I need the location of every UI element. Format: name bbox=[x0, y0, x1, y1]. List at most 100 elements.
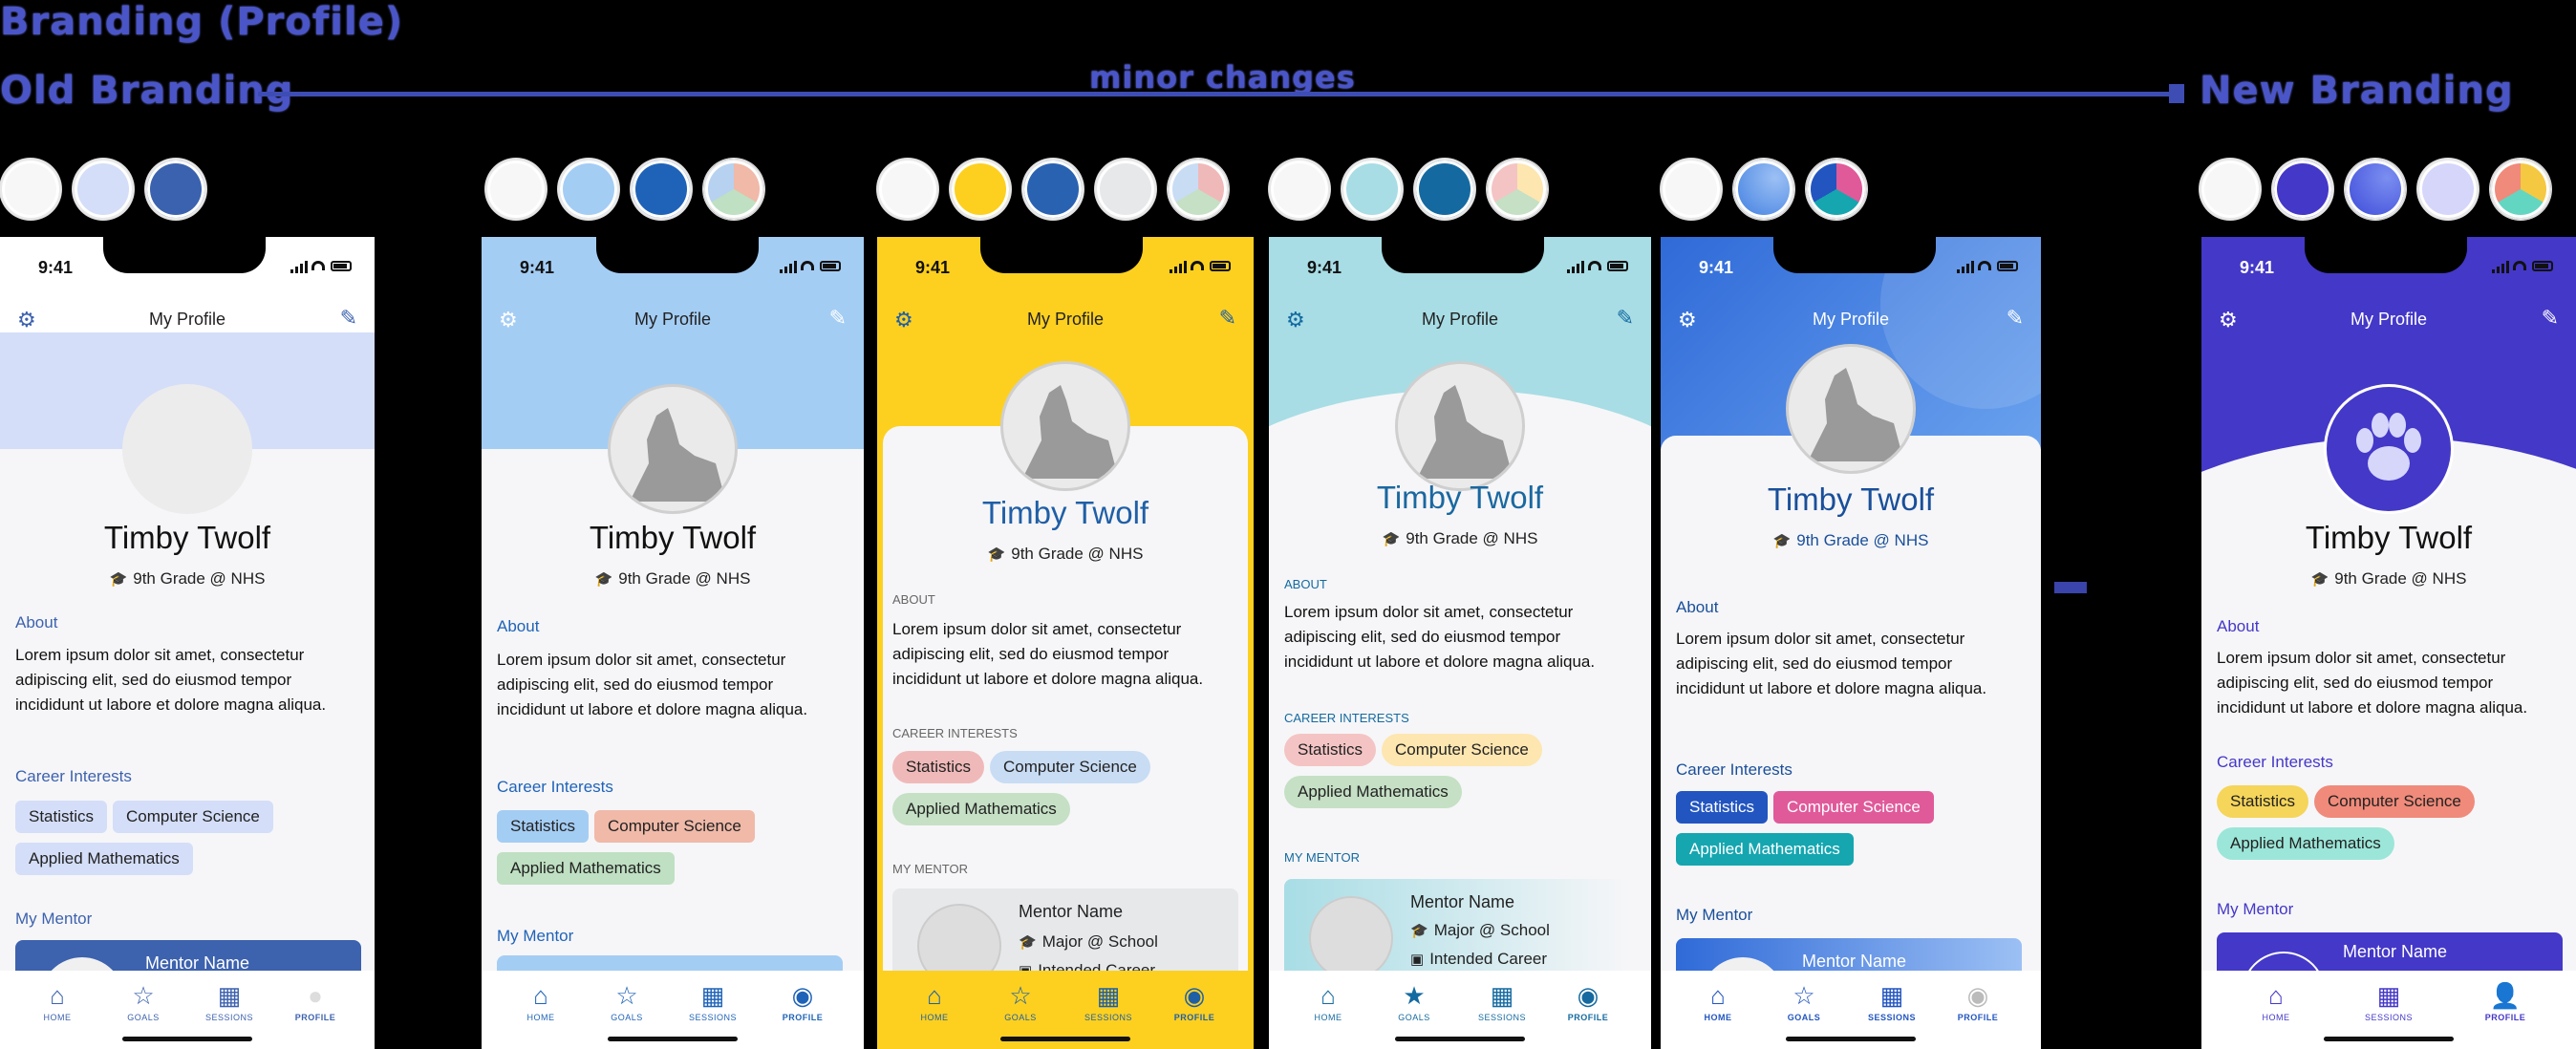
chip-statistics[interactable]: Statistics bbox=[15, 801, 108, 833]
edit-pencil-icon[interactable]: ✎ bbox=[1617, 306, 1634, 331]
profile-grade: 🎓 9th Grade @ NHS bbox=[1269, 529, 1651, 548]
tab-home[interactable]: ⌂ HOME bbox=[896, 982, 973, 1022]
wifi-icon bbox=[2513, 261, 2526, 270]
mentor-career: ▣Intended Career bbox=[1410, 950, 1548, 968]
chip-statistics[interactable]: Statistics bbox=[2217, 785, 2309, 818]
profile-icon: ◉ bbox=[1966, 981, 1989, 1010]
chip-computer-science[interactable]: Computer Science bbox=[2314, 785, 2475, 818]
edit-pencil-icon[interactable]: ✎ bbox=[1219, 306, 1236, 331]
graduation-cap-icon: 🎓 bbox=[2310, 571, 2329, 588]
mentor-label: My Mentor bbox=[2217, 900, 2294, 918]
tab-goals[interactable]: ☆ GOALS bbox=[982, 982, 1059, 1022]
tab-bar: ⌂ HOME ★ GOALS ▦ SESSIONS ◉ PROFILE bbox=[1269, 971, 1651, 1049]
home-indicator bbox=[122, 1037, 252, 1041]
status-bar: 9:41 bbox=[482, 237, 864, 298]
chip-computer-science[interactable]: Computer Science bbox=[594, 810, 755, 843]
mentor-school: 🎓 Major @ School bbox=[1019, 932, 1158, 951]
swatch-white bbox=[877, 159, 938, 220]
mentor-name: Mentor Name bbox=[1019, 902, 1124, 921]
avatar[interactable] bbox=[122, 384, 252, 514]
notch bbox=[2305, 237, 2467, 273]
about-label: About bbox=[2217, 617, 2260, 635]
chip-applied-mathematics[interactable]: Applied Mathematics bbox=[2217, 827, 2394, 860]
status-bar: 9:41 bbox=[1269, 237, 1651, 298]
chip-applied-mathematics[interactable]: Applied Mathematics bbox=[892, 793, 1070, 825]
page-title: Branding (Profile) bbox=[0, 0, 404, 44]
tab-sessions[interactable]: ▦ SESSIONS bbox=[191, 982, 268, 1022]
profile-icon: ◉ bbox=[1577, 981, 1599, 1010]
grade-text: 9th Grade @ NHS bbox=[1406, 529, 1538, 547]
phone-v2: 9:41 ⚙ My Profile ✎ Timby Twolf 🎓 9th Gra… bbox=[482, 237, 864, 1049]
briefcase-icon: ▣ bbox=[1410, 952, 1425, 968]
edit-pencil-icon[interactable]: ✎ bbox=[2007, 306, 2024, 331]
tab-sessions[interactable]: ▦ SESSIONS bbox=[675, 982, 751, 1022]
grade-text: 9th Grade @ NHS bbox=[2334, 569, 2467, 588]
about-label: About bbox=[15, 613, 58, 632]
about-text: Lorem ipsum dolor sit amet, consectetur … bbox=[2217, 649, 2528, 717]
calendar-icon: ▦ bbox=[1879, 981, 1904, 1010]
tab-goals[interactable]: ☆ GOALS bbox=[105, 982, 182, 1022]
tab-sessions[interactable]: ▦ SESSIONS bbox=[1854, 982, 1930, 1022]
nav-title: My Profile bbox=[1026, 310, 1104, 329]
about-label: ABOUT bbox=[892, 592, 935, 607]
about-label: About bbox=[497, 617, 540, 635]
career-chips: Statistics Computer Science Applied Mathem… bbox=[15, 801, 369, 885]
tab-profile[interactable]: 👤 PROFILE bbox=[2467, 982, 2544, 1022]
chip-statistics[interactable]: Statistics bbox=[892, 751, 985, 783]
mentor-name: Mentor Name bbox=[1802, 952, 1907, 971]
swatch-tricolor bbox=[703, 159, 764, 220]
avatar[interactable] bbox=[1000, 361, 1130, 491]
tab-goals[interactable]: ☆ GOALS bbox=[589, 982, 665, 1022]
calendar-icon: ▦ bbox=[217, 981, 242, 1010]
avatar[interactable] bbox=[1786, 344, 1916, 474]
chip-computer-science[interactable]: Computer Science bbox=[113, 801, 273, 833]
chip-statistics[interactable]: Statistics bbox=[1676, 791, 1769, 824]
home-indicator bbox=[2324, 1037, 2454, 1041]
chip-applied-mathematics[interactable]: Applied Mathematics bbox=[1284, 776, 1462, 808]
tab-home[interactable]: ⌂ HOME bbox=[1680, 982, 1756, 1022]
tab-home[interactable]: ⌂ HOME bbox=[503, 982, 579, 1022]
avatar[interactable] bbox=[608, 384, 738, 514]
status-icons bbox=[2492, 260, 2553, 273]
chip-applied-mathematics[interactable]: Applied Mathematics bbox=[497, 852, 675, 885]
tab-profile[interactable]: ◉ PROFILE bbox=[1940, 982, 2016, 1022]
chip-statistics[interactable]: Statistics bbox=[1284, 734, 1377, 766]
chip-applied-mathematics[interactable]: Applied Mathematics bbox=[1676, 833, 1854, 866]
tab-sessions[interactable]: ▦ SESSIONS bbox=[1070, 982, 1147, 1022]
tab-profile[interactable]: ◉ PROFILE bbox=[1550, 982, 1626, 1022]
status-icons bbox=[1170, 260, 1231, 273]
edit-pencil-icon[interactable]: ✎ bbox=[2542, 306, 2559, 331]
chip-computer-science[interactable]: Computer Science bbox=[1773, 791, 1934, 824]
edit-pencil-icon[interactable]: ✎ bbox=[340, 306, 357, 331]
avatar[interactable] bbox=[1395, 361, 1525, 491]
tab-bar: ⌂ HOME ☆ GOALS ▦ SESSIONS ◉ PROFILE bbox=[877, 971, 1254, 1049]
tab-home[interactable]: ⌂ HOME bbox=[2238, 982, 2314, 1022]
tab-home[interactable]: ⌂ HOME bbox=[1290, 982, 1366, 1022]
signal-icon bbox=[1567, 269, 1570, 273]
tab-goals[interactable]: ☆ GOALS bbox=[1766, 982, 1842, 1022]
mentor-label: My Mentor bbox=[497, 927, 574, 945]
swatch-blue bbox=[631, 159, 692, 220]
wifi-icon bbox=[1978, 261, 1991, 270]
nav-title: My Profile bbox=[633, 310, 711, 329]
swatch-yellow bbox=[950, 159, 1011, 220]
avatar[interactable] bbox=[2324, 384, 2454, 514]
swatch-tricolor bbox=[1487, 159, 1548, 220]
chip-computer-science[interactable]: Computer Science bbox=[1382, 734, 1542, 766]
tab-goals[interactable]: ★ GOALS bbox=[1376, 982, 1452, 1022]
tab-profile[interactable]: ◉ PROFILE bbox=[1156, 982, 1233, 1022]
status-icons bbox=[1567, 260, 1628, 273]
notch bbox=[103, 237, 266, 273]
edit-pencil-icon[interactable]: ✎ bbox=[829, 306, 847, 331]
chip-applied-mathematics[interactable]: Applied Mathematics bbox=[15, 843, 193, 875]
career-chips: Statistics Computer Science Applied Mathem… bbox=[1676, 791, 2029, 875]
tab-profile[interactable]: ◉ PROFILE bbox=[764, 982, 841, 1022]
chip-statistics[interactable]: Statistics bbox=[497, 810, 590, 843]
chip-computer-science[interactable]: Computer Science bbox=[990, 751, 1150, 783]
wifi-icon bbox=[1588, 261, 1601, 270]
tab-sessions[interactable]: ▦ SESSIONS bbox=[2351, 982, 2427, 1022]
tab-sessions[interactable]: ▦ SESSIONS bbox=[1464, 982, 1540, 1022]
tab-home[interactable]: ⌂ HOME bbox=[19, 982, 96, 1022]
battery-icon bbox=[1607, 261, 1628, 271]
tab-profile[interactable]: ● PROFILE bbox=[277, 982, 354, 1022]
